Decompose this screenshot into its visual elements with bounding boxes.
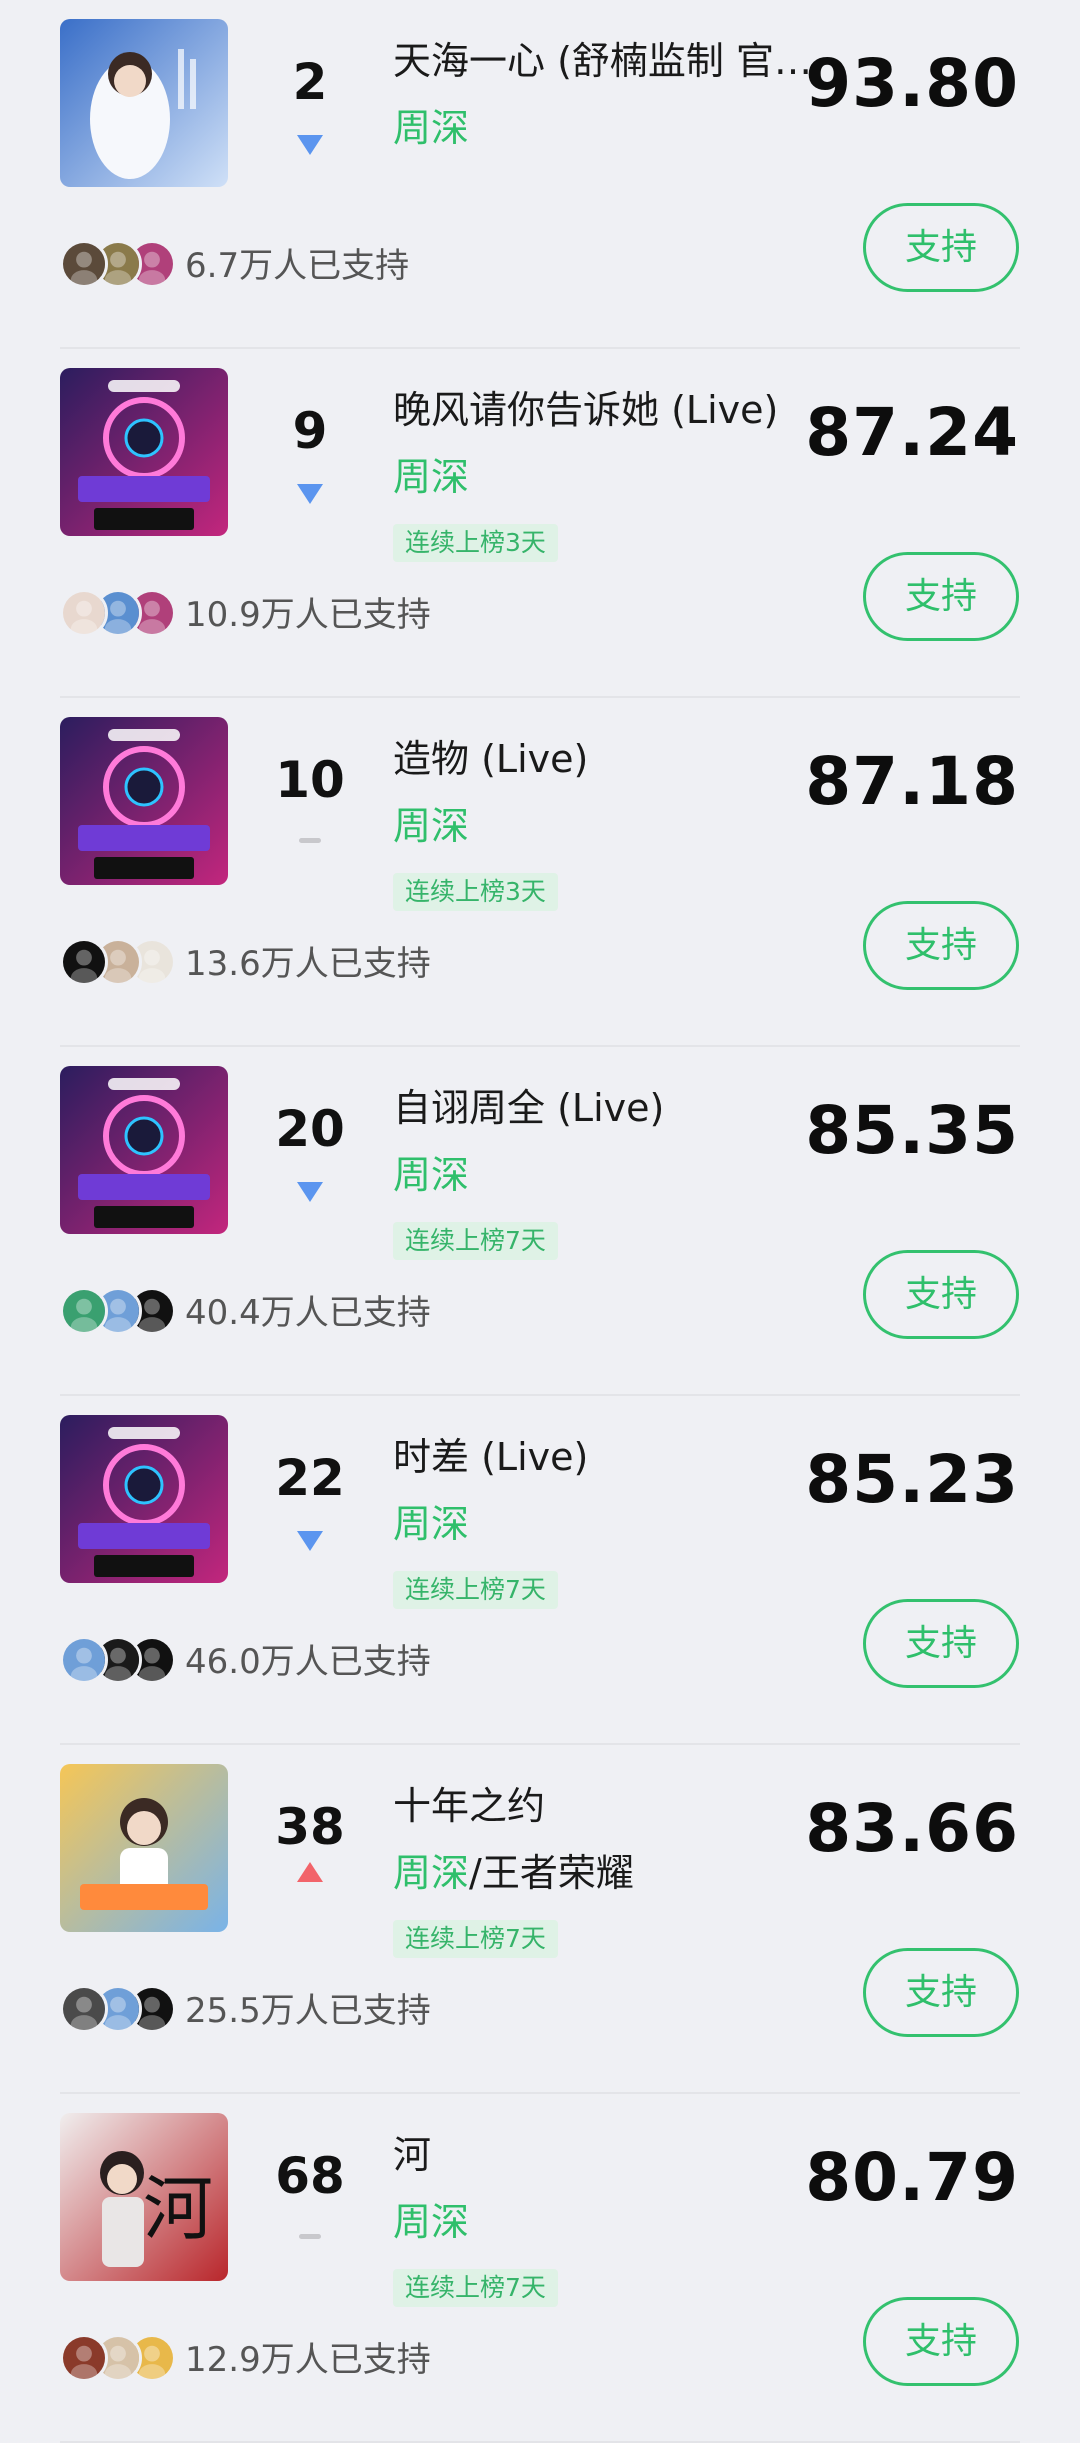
album-cover[interactable] bbox=[60, 19, 228, 187]
artist-line: 周深 bbox=[393, 2197, 469, 2247]
rank-number: 10 bbox=[275, 751, 345, 809]
artist-name[interactable]: 周深 bbox=[393, 2200, 469, 2244]
support-button[interactable]: 支持 bbox=[863, 901, 1019, 990]
trend-down-icon bbox=[297, 484, 323, 504]
artist-separator: / bbox=[469, 1851, 482, 1895]
album-cover[interactable]: 河 bbox=[60, 2113, 228, 2281]
support-button[interactable]: 支持 bbox=[863, 2297, 1019, 2386]
supporter-count: 25.5万人已支持 bbox=[185, 1991, 431, 2031]
supporter-count: 10.9万人已支持 bbox=[185, 595, 431, 635]
song-row[interactable]: 9 晚风请你告诉她 (Live) 周深 连续上榜3天 87.24 10.9万人已… bbox=[0, 349, 1080, 698]
rank-number: 2 bbox=[292, 53, 328, 111]
avatar bbox=[60, 1636, 108, 1684]
supporter-count: 12.9万人已支持 bbox=[185, 2340, 431, 2380]
artist-line: 周深 bbox=[393, 801, 469, 851]
artist-line: 周深 bbox=[393, 103, 469, 153]
score-value: 87.18 bbox=[805, 743, 1019, 820]
artist-line: 周深 bbox=[393, 1150, 469, 1200]
supporter-avatars bbox=[60, 1985, 190, 2035]
support-button[interactable]: 支持 bbox=[863, 1250, 1019, 1339]
score-value: 80.79 bbox=[805, 2139, 1019, 2216]
supporter-count: 46.0万人已支持 bbox=[185, 1642, 431, 1682]
song-row[interactable]: 20 自诩周全 (Live) 周深 连续上榜7天 85.35 40.4万人已支持… bbox=[0, 1047, 1080, 1396]
supporter-avatars bbox=[60, 589, 190, 639]
support-button[interactable]: 支持 bbox=[863, 203, 1019, 292]
rank-number: 38 bbox=[275, 1798, 345, 1856]
album-cover[interactable] bbox=[60, 368, 228, 536]
rank-number: 9 bbox=[292, 402, 328, 460]
song-row[interactable]: 22 时差 (Live) 周深 连续上榜7天 85.23 46.0万人已支持 支… bbox=[0, 1396, 1080, 1745]
song-title[interactable]: 河 bbox=[393, 2130, 835, 2180]
artist-name[interactable]: 周深 bbox=[393, 106, 469, 150]
streak-badge: 连续上榜3天 bbox=[393, 873, 558, 911]
song-title[interactable]: 时差 (Live) bbox=[393, 1432, 835, 1482]
avatar bbox=[60, 2334, 108, 2382]
song-row[interactable]: 38 十年之约 周深/王者荣耀 连续上榜7天 83.66 25.5万人已支持 支… bbox=[0, 1745, 1080, 2094]
score-value: 83.66 bbox=[805, 1790, 1019, 1867]
avatar bbox=[60, 1985, 108, 2033]
supporter-avatars bbox=[60, 240, 190, 290]
song-title[interactable]: 天海一心 (舒楠监制 官… bbox=[393, 36, 835, 86]
svg-text:河: 河 bbox=[143, 2168, 213, 2250]
support-button[interactable]: 支持 bbox=[863, 552, 1019, 641]
supporter-avatars bbox=[60, 1287, 190, 1337]
support-button[interactable]: 支持 bbox=[863, 1599, 1019, 1688]
supporter-avatars bbox=[60, 1636, 190, 1686]
supporter-avatars bbox=[60, 938, 190, 988]
supporter-avatars bbox=[60, 2334, 190, 2384]
rank-number: 68 bbox=[275, 2147, 345, 2205]
supporter-count: 40.4万人已支持 bbox=[185, 1293, 431, 1333]
album-cover[interactable] bbox=[60, 1764, 228, 1932]
supporter-count: 6.7万人已支持 bbox=[185, 246, 410, 286]
streak-badge: 连续上榜7天 bbox=[393, 2269, 558, 2307]
song-title[interactable]: 造物 (Live) bbox=[393, 734, 835, 784]
song-title[interactable]: 十年之约 bbox=[393, 1781, 835, 1831]
rank-number: 22 bbox=[275, 1449, 345, 1507]
album-cover[interactable] bbox=[60, 1415, 228, 1583]
avatar bbox=[60, 1287, 108, 1335]
trend-flat-icon bbox=[299, 2234, 321, 2239]
score-value: 93.80 bbox=[805, 45, 1019, 122]
song-title[interactable]: 晚风请你告诉她 (Live) bbox=[393, 385, 835, 435]
song-row[interactable]: 河 68 河 周深 连续上榜7天 80.79 12.9万人已支持 支持 bbox=[0, 2094, 1080, 2443]
artist-name-secondary[interactable]: 王者荣耀 bbox=[482, 1851, 634, 1895]
artist-line: 周深/王者荣耀 bbox=[393, 1848, 634, 1898]
song-row[interactable]: 10 造物 (Live) 周深 连续上榜3天 87.18 13.6万人已支持 支… bbox=[0, 698, 1080, 1047]
song-title[interactable]: 自诩周全 (Live) bbox=[393, 1083, 835, 1133]
supporter-count: 13.6万人已支持 bbox=[185, 944, 431, 984]
avatar bbox=[60, 240, 108, 288]
avatar bbox=[60, 589, 108, 637]
trend-flat-icon bbox=[299, 838, 321, 843]
avatar bbox=[60, 938, 108, 986]
artist-name[interactable]: 周深 bbox=[393, 804, 469, 848]
trend-down-icon bbox=[297, 1182, 323, 1202]
artist-line: 周深 bbox=[393, 452, 469, 502]
streak-badge: 连续上榜7天 bbox=[393, 1571, 558, 1609]
score-value: 87.24 bbox=[805, 394, 1019, 471]
trend-up-icon bbox=[297, 1862, 323, 1882]
artist-name[interactable]: 周深 bbox=[393, 1851, 469, 1895]
streak-badge: 连续上榜7天 bbox=[393, 1222, 558, 1260]
streak-badge: 连续上榜7天 bbox=[393, 1920, 558, 1958]
streak-badge: 连续上榜3天 bbox=[393, 524, 558, 562]
album-cover[interactable] bbox=[60, 1066, 228, 1234]
score-value: 85.23 bbox=[805, 1441, 1019, 1518]
album-cover[interactable] bbox=[60, 717, 228, 885]
artist-name[interactable]: 周深 bbox=[393, 1502, 469, 1546]
support-button[interactable]: 支持 bbox=[863, 1948, 1019, 2037]
artist-name[interactable]: 周深 bbox=[393, 1153, 469, 1197]
ranking-list: 2 天海一心 (舒楠监制 官… 周深 93.80 6.7万人已支持 支持 9 晚… bbox=[0, 0, 1080, 2443]
trend-down-icon bbox=[297, 1531, 323, 1551]
artist-line: 周深 bbox=[393, 1499, 469, 1549]
artist-name[interactable]: 周深 bbox=[393, 455, 469, 499]
song-row[interactable]: 2 天海一心 (舒楠监制 官… 周深 93.80 6.7万人已支持 支持 bbox=[0, 0, 1080, 349]
rank-number: 20 bbox=[275, 1100, 345, 1158]
trend-down-icon bbox=[297, 135, 323, 155]
score-value: 85.35 bbox=[805, 1092, 1019, 1169]
